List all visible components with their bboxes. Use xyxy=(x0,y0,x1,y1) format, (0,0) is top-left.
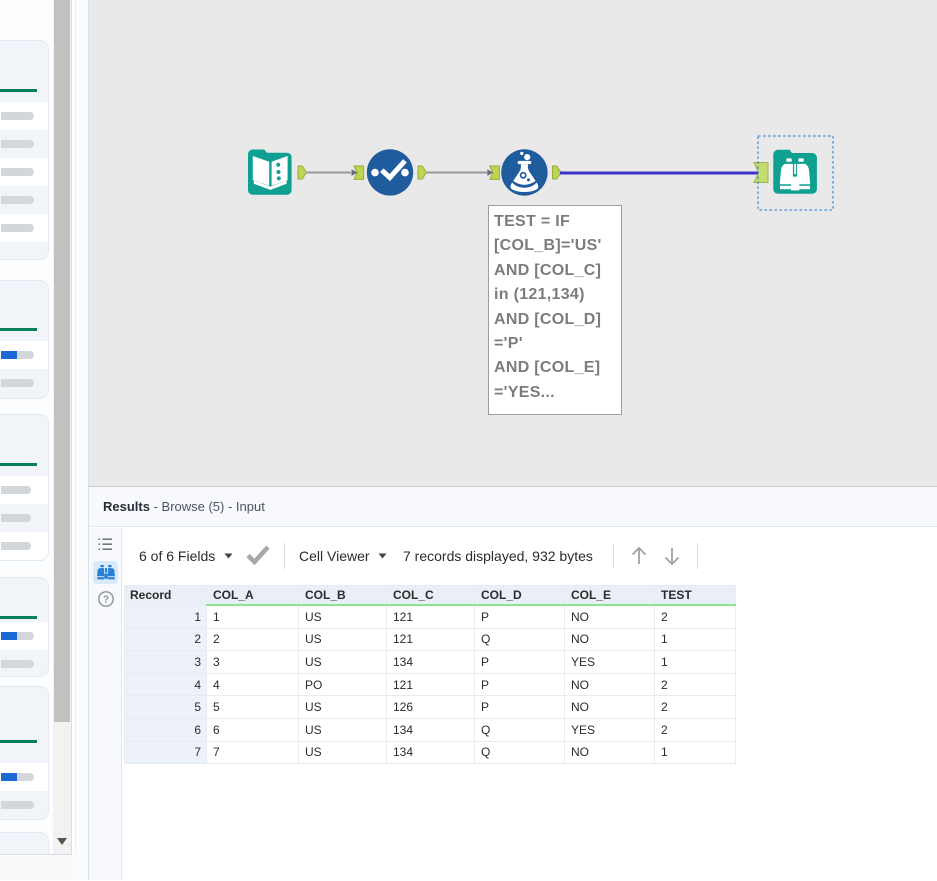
svg-text:?: ? xyxy=(103,595,109,606)
